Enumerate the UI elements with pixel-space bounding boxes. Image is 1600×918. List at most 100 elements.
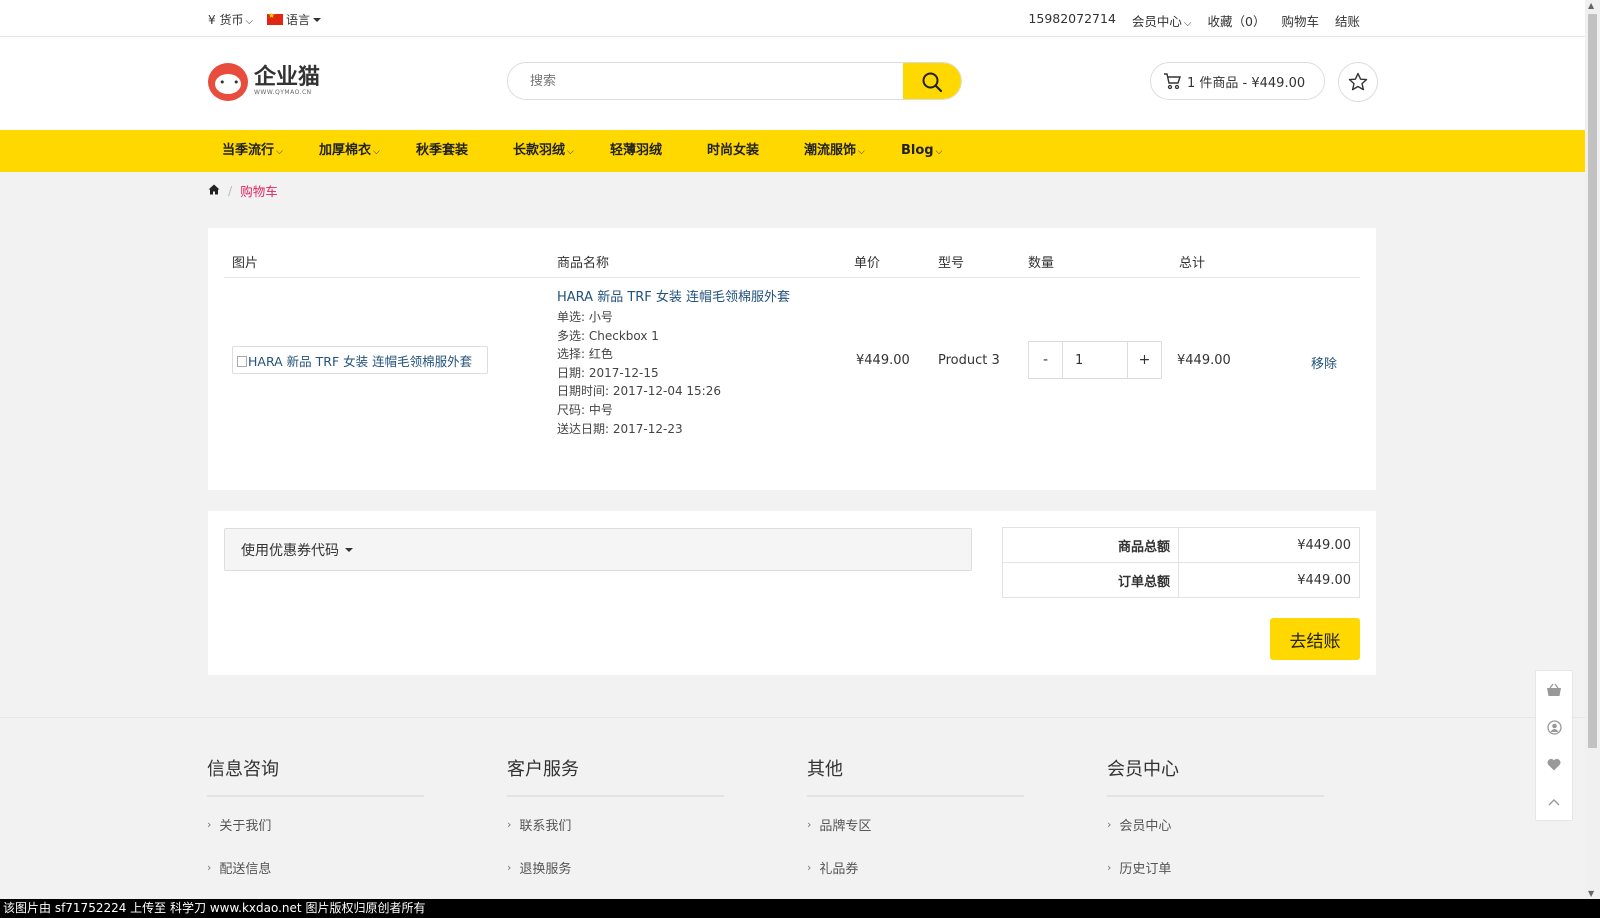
footer-link-label: 联系我们	[519, 819, 572, 834]
option-line: 多选: Checkbox 1	[557, 328, 659, 343]
nav-item-label: 秋季套装	[416, 143, 469, 158]
chevron-right-icon: ›	[807, 861, 812, 874]
side-account-button[interactable]	[1536, 709, 1572, 747]
chevron-down-icon: ⌵	[1183, 18, 1192, 29]
home-link[interactable]	[208, 183, 220, 198]
scrollbar-thumb[interactable]	[1588, 14, 1597, 748]
footer-column-title: 其他	[807, 755, 1024, 797]
footer-link[interactable]: › 退换服务	[507, 858, 724, 901]
footer-column: 其他 › 品牌专区 › 礼品券	[807, 755, 1024, 901]
product-options: 单选: 小号 多选: Checkbox 1 选择: 红色 日期: 2017-12…	[557, 308, 721, 438]
footer-link-label: 退换服务	[519, 862, 572, 877]
footer-link[interactable]: › 关于我们	[207, 815, 424, 858]
footer-link[interactable]: › 礼品券	[807, 858, 1024, 901]
order-total-value: ¥449.00	[1178, 562, 1360, 598]
main-nav: 当季流行 ⌵ 加厚棉衣 ⌵ 秋季套装 长款羽绒 ⌵ 轻薄羽绒 时尚女装 潮流服饰 ⌵ B…	[0, 130, 1585, 172]
coupon-toggle[interactable]: 使用优惠券代码	[224, 528, 972, 571]
nav-item[interactable]: Blog ⌵	[889, 130, 954, 172]
nav-item[interactable]: 秋季套装	[404, 130, 501, 172]
site-logo[interactable]: 企业猫 WWW.QYMAO.CN	[208, 63, 320, 101]
heart-icon	[1547, 759, 1561, 771]
footer-link[interactable]: › 历史订单	[1107, 858, 1324, 901]
column-header-model: 型号	[938, 256, 965, 271]
footer-link[interactable]: › 配送信息	[207, 858, 424, 901]
logo-subtext: WWW.QYMAO.CN	[254, 89, 312, 96]
breadcrumb-current[interactable]: 购物车	[240, 181, 278, 200]
nav-item[interactable]: 长款羽绒 ⌵	[501, 130, 598, 172]
chevron-down-icon: ⌵	[858, 147, 865, 157]
column-header-total: 总计	[1179, 256, 1206, 271]
watermark-bar: 该图片由 sf71752224 上传至 科学刀 www.kxdao.net 图片…	[0, 899, 1600, 918]
totals-table: 商品总额 ¥449.00 订单总额 ¥449.00	[1002, 527, 1360, 598]
footer-column: 信息咨询 › 关于我们 › 配送信息	[207, 755, 424, 901]
chevron-right-icon: ›	[507, 861, 512, 874]
star-icon	[1348, 72, 1368, 91]
favorites-link[interactable]: 收藏（0）	[1208, 11, 1266, 30]
chevron-down-icon: ⌵	[567, 147, 574, 157]
option-line: 单选: 小号	[557, 310, 613, 324]
search-icon	[922, 72, 943, 93]
chevron-down-icon: ⌵	[935, 147, 943, 157]
side-cart-button[interactable]	[1536, 671, 1572, 709]
caret-down-icon	[313, 18, 322, 22]
side-wishlist-button[interactable]	[1536, 746, 1572, 784]
footer-link[interactable]: › 品牌专区	[807, 815, 1024, 858]
home-icon	[208, 184, 220, 195]
search-bar	[507, 62, 962, 100]
chevron-right-icon: ›	[207, 818, 212, 831]
nav-item[interactable]: 轻薄羽绒	[598, 130, 695, 172]
chevron-up-icon	[1548, 799, 1560, 806]
subtotal-value: ¥449.00	[1178, 527, 1360, 563]
nav-item[interactable]: 加厚棉衣 ⌵	[307, 130, 404, 172]
search-input[interactable]	[508, 63, 898, 99]
product-image-link[interactable]: HARA 新品 TRF 女装 连帽毛领棉服外套	[232, 346, 488, 374]
quantity-input[interactable]: 1	[1062, 342, 1128, 378]
footer: 信息咨询 › 关于我们 › 配送信息 客户服务 › 联系我们 › 退换服务 其他 › 品牌…	[0, 717, 1585, 899]
member-center-dropdown[interactable]: 会员中心 ⌵	[1132, 11, 1192, 30]
caret-down-icon	[345, 547, 353, 552]
nav-item[interactable]: 当季流行 ⌵	[210, 130, 307, 172]
header: 企业猫 WWW.QYMAO.CN 1 件商品 - ¥449.00	[0, 37, 1585, 130]
column-header-image: 图片	[232, 256, 259, 271]
side-toolbar	[1535, 670, 1573, 821]
scroll-up-arrow-icon[interactable]: ▲	[1588, 1, 1594, 10]
scroll-down-arrow-icon[interactable]: ▼	[1588, 889, 1594, 898]
search-button[interactable]	[903, 63, 961, 99]
nav-item-label: 时尚女装	[707, 143, 760, 158]
cart-link[interactable]: 购物车	[1281, 11, 1319, 30]
footer-link-label: 历史订单	[1119, 862, 1172, 877]
currency-dropdown[interactable]: ¥ 货币 ⌵	[208, 11, 253, 28]
footer-link[interactable]: › 会员中心	[1107, 815, 1324, 858]
footer-link-label: 品牌专区	[819, 819, 872, 834]
page-scrollbar[interactable]: ▲ ▼	[1585, 0, 1600, 899]
totals-row: 商品总额 ¥449.00	[1002, 527, 1360, 563]
column-header-name: 商品名称	[557, 256, 610, 271]
footer-link[interactable]: › 联系我们	[507, 815, 724, 858]
chevron-down-icon: ⌵	[373, 147, 380, 157]
option-line: 送达日期: 2017-12-23	[557, 421, 683, 436]
unit-price: ¥449.00	[856, 353, 910, 368]
footer-column-title: 客户服务	[507, 755, 724, 797]
checkout-button[interactable]: 去结账	[1270, 618, 1360, 660]
quantity-decrease-button[interactable]: -	[1029, 342, 1062, 378]
nav-item[interactable]: 潮流服饰 ⌵	[792, 130, 889, 172]
nav-item-label: 轻薄羽绒	[610, 143, 663, 158]
remove-item-link[interactable]: 移除	[1311, 353, 1337, 372]
nav-item[interactable]: 时尚女装	[695, 130, 792, 172]
cart-summary-text: 1 件商品 - ¥449.00	[1187, 75, 1306, 91]
totals-row: 订单总额 ¥449.00	[1002, 562, 1360, 598]
subtotal-label: 商品总额	[1002, 527, 1179, 563]
broken-image-icon	[237, 356, 247, 367]
cart-icon	[1164, 73, 1181, 90]
top-bar: ¥ 货币⌵ 语言 15982072714 会员中心⌵ 收藏（0） 购物车 结账	[0, 0, 1585, 37]
wishlist-button[interactable]	[1338, 62, 1378, 102]
quantity-increase-button[interactable]: +	[1128, 342, 1161, 378]
chevron-right-icon: ›	[207, 861, 212, 874]
column-header-quantity: 数量	[1028, 256, 1055, 271]
checkout-link[interactable]: 结账	[1335, 11, 1360, 30]
back-to-top-button[interactable]	[1536, 784, 1572, 822]
cart-summary-button[interactable]: 1 件商品 - ¥449.00	[1150, 62, 1325, 100]
product-name-link[interactable]: HARA 新品 TRF 女装 连帽毛领棉服外套	[557, 286, 790, 305]
language-dropdown[interactable]: 语言	[267, 11, 322, 28]
nav-item-label: 加厚棉衣	[319, 143, 372, 158]
